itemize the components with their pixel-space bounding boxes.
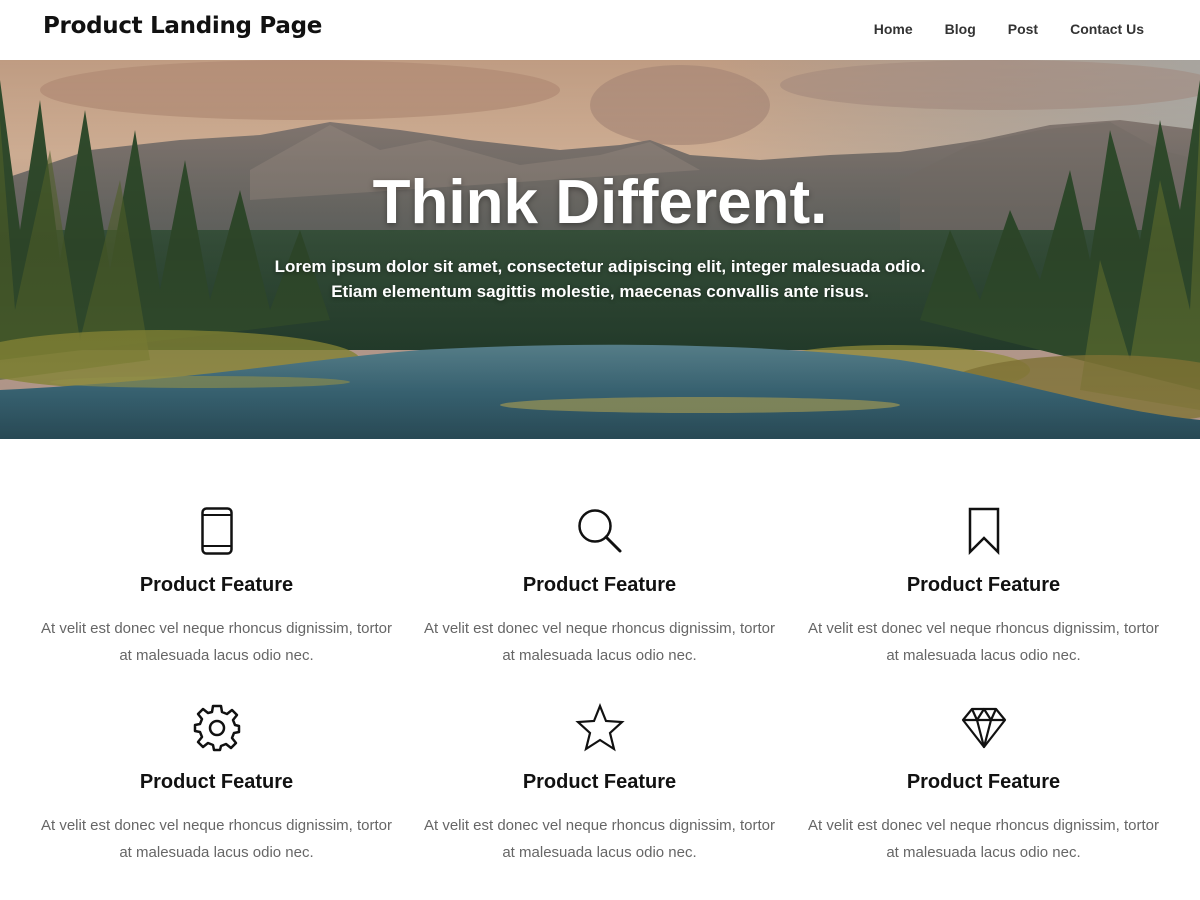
feature-card: Product Feature At velit est donec vel n… <box>408 506 791 669</box>
feature-description: At velit est donec vel neque rhoncus dig… <box>40 817 392 861</box>
nav-contact-link[interactable]: Contact Us <box>1070 21 1144 37</box>
feature-description: At velit est donec vel neque rhoncus dig… <box>807 620 1159 664</box>
feature-description: At velit est donec vel neque rhoncus dig… <box>807 817 1159 861</box>
star-icon <box>408 703 791 753</box>
feature-title: Product Feature <box>522 771 677 793</box>
feature-description: At velit est donec vel neque rhoncus dig… <box>40 620 392 664</box>
feature-description: At velit est donec vel neque rhoncus dig… <box>423 620 775 664</box>
site-logo[interactable]: Product Landing Page <box>43 13 322 39</box>
feature-card: Product Feature At velit est donec vel n… <box>408 703 791 866</box>
nav-blog-link[interactable]: Blog <box>945 21 976 37</box>
nav-post-link[interactable]: Post <box>1008 21 1038 37</box>
feature-title: Product Feature <box>522 574 677 596</box>
feature-title: Product Feature <box>906 574 1061 596</box>
feature-card: Product Feature At velit est donec vel n… <box>792 506 1175 669</box>
feature-title: Product Feature <box>906 771 1061 793</box>
feature-card: Product Feature At velit est donec vel n… <box>25 506 408 669</box>
feature-title: Product Feature <box>139 771 294 793</box>
hero-subtitle-line1: Lorem ipsum dolor sit amet, consectetur … <box>274 257 926 276</box>
hero-subtitle-line2: Etiam elementum sagittis molestie, maece… <box>331 282 869 301</box>
hero-title: Think Different. <box>372 168 828 237</box>
feature-card: Product Feature At velit est donec vel n… <box>792 703 1175 866</box>
feature-title: Product Feature <box>139 574 294 596</box>
feature-card: Product Feature At velit est donec vel n… <box>25 703 408 866</box>
hero-landscape-image <box>0 60 1200 439</box>
tablet-icon <box>25 506 408 556</box>
gear-icon <box>25 703 408 753</box>
main-nav: Home Blog Post Contact Us <box>874 21 1144 37</box>
feature-description: At velit est donec vel neque rhoncus dig… <box>423 817 775 861</box>
diamond-icon <box>792 703 1175 753</box>
nav-home-link[interactable]: Home <box>874 21 913 37</box>
site-header: Product Landing Page Home Blog Post Cont… <box>0 0 1200 60</box>
bookmark-icon <box>792 506 1175 556</box>
search-icon <box>408 506 791 556</box>
hero-banner: Think Different. Lorem ipsum dolor sit a… <box>0 60 1200 439</box>
